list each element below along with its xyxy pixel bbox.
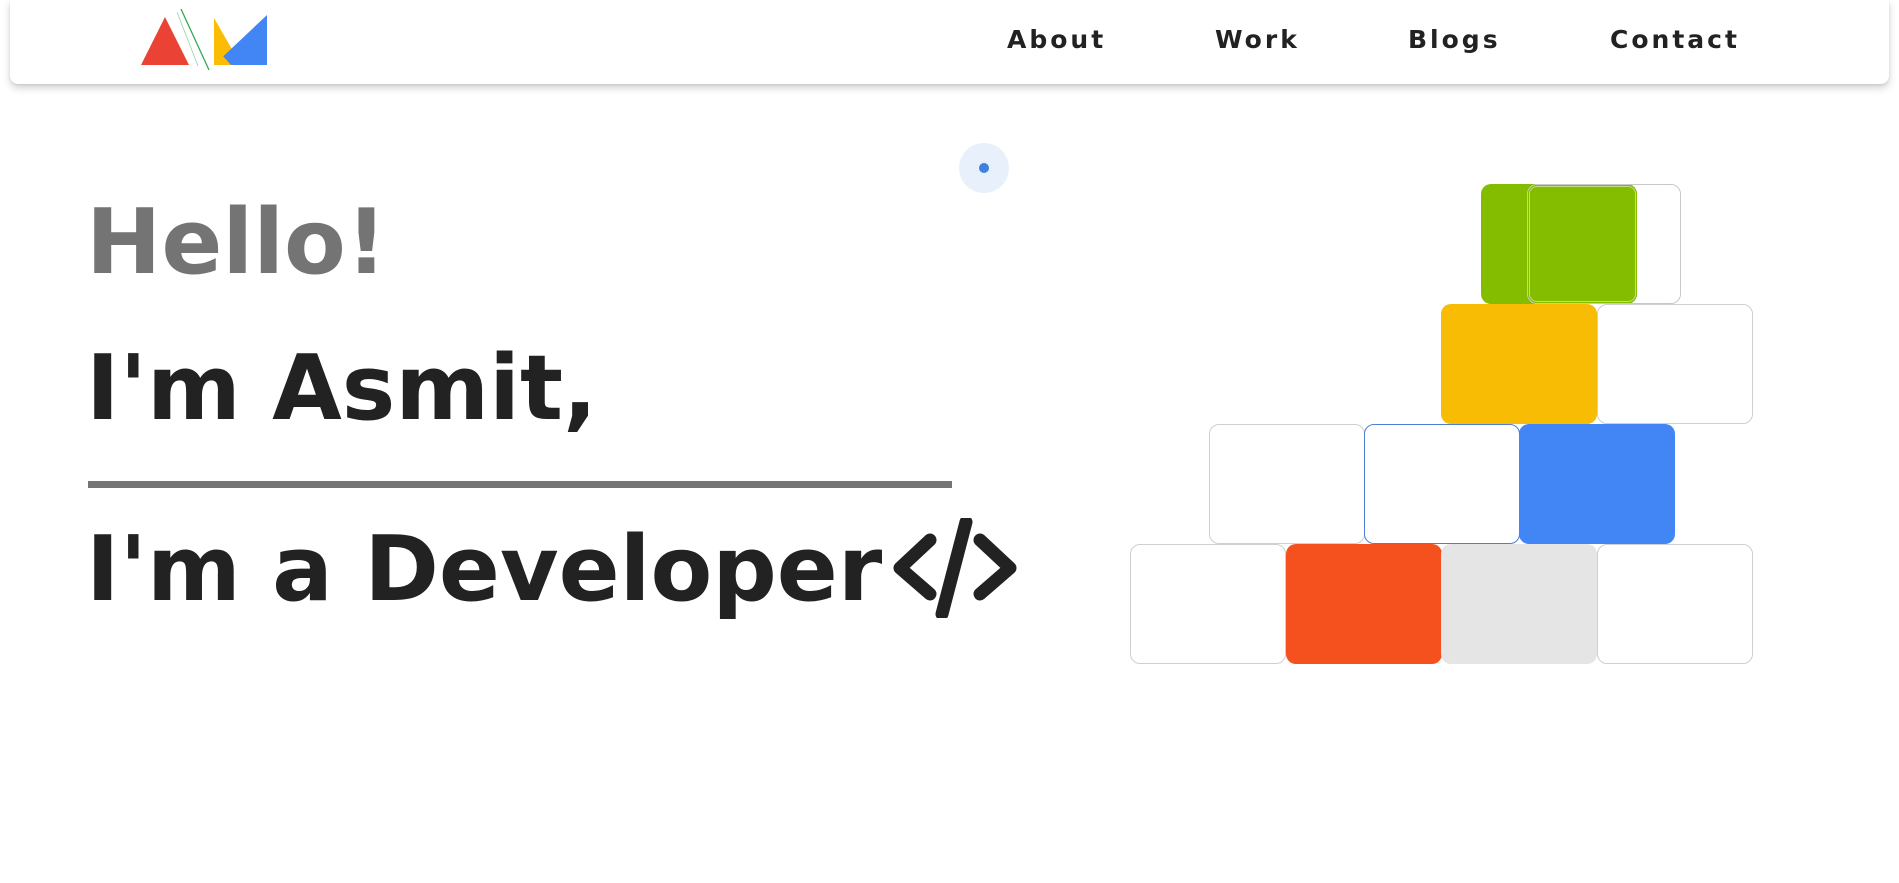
tile-yellow	[1441, 304, 1597, 424]
tile-green-overlay	[1528, 185, 1637, 303]
tile-grid	[0, 0, 1899, 883]
tile-orange	[1286, 544, 1442, 664]
tile-gray	[1441, 544, 1597, 664]
tile-outline	[1597, 544, 1753, 664]
tile-blue	[1519, 424, 1675, 544]
tile-outline	[1130, 544, 1286, 664]
portfolio-page: About Work Blogs Contact Hello! I'm Asmi…	[0, 0, 1899, 883]
tile-outline	[1209, 424, 1365, 544]
tile-outline	[1597, 304, 1753, 424]
tile-outline-blue	[1364, 424, 1520, 544]
